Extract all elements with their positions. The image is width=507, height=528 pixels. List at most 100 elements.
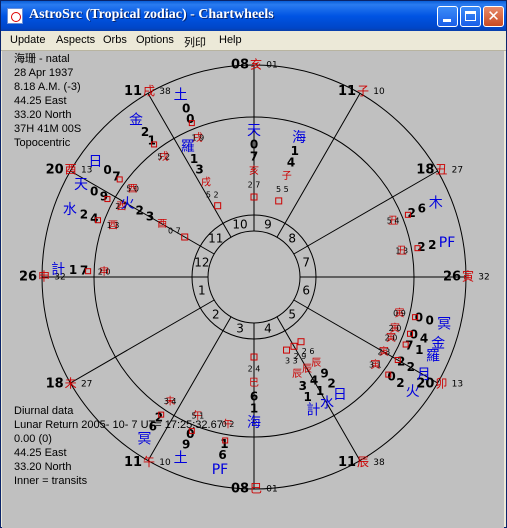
cusp-sign: 寅 bbox=[462, 269, 474, 284]
planet-seconds: 2 4 bbox=[248, 365, 261, 374]
planet-degree: 6 bbox=[418, 202, 426, 216]
planet-minute: 2 bbox=[397, 355, 405, 369]
minimize-icon bbox=[443, 19, 451, 22]
planet-degree: 0 bbox=[425, 313, 433, 327]
house-number: 6 bbox=[302, 283, 310, 297]
close-icon: ✕ bbox=[487, 7, 500, 25]
planet-seconds: 5 5 bbox=[276, 185, 289, 194]
footer-info-line: Inner = transits bbox=[14, 475, 88, 487]
planet-sign: 辰 bbox=[311, 357, 321, 369]
maximize-button[interactable] bbox=[460, 6, 481, 27]
cusp-sign: 亥 bbox=[250, 58, 262, 72]
cusp-degree: 11 bbox=[124, 455, 142, 470]
planet-degree: 1 bbox=[250, 402, 258, 416]
menu-options[interactable]: Options bbox=[136, 34, 174, 46]
planet-seconds: 2 0 bbox=[389, 324, 402, 333]
minimize-button[interactable] bbox=[437, 6, 458, 27]
footer-info-line: 33.20 North bbox=[14, 461, 72, 473]
cusp-minutes: 13 bbox=[452, 380, 463, 390]
house-number: 7 bbox=[302, 256, 310, 270]
cusp-minutes: 27 bbox=[452, 166, 463, 176]
cusp-sign: 午 bbox=[143, 455, 155, 469]
app-icon[interactable] bbox=[7, 8, 23, 24]
planet-seconds: 0 9 bbox=[393, 309, 406, 318]
menu-aspects[interactable]: Aspects bbox=[56, 34, 95, 46]
house-number: 4 bbox=[264, 322, 272, 336]
cusp-minutes: 38 bbox=[159, 87, 171, 97]
header-info-line: 8.18 A.M. (-3) bbox=[14, 81, 81, 93]
cusp-sign: 申 bbox=[38, 270, 50, 284]
planet-seconds: 3 4 bbox=[164, 397, 177, 406]
planet-glyph: 火 bbox=[406, 384, 420, 400]
cusp-degree: 26 bbox=[443, 270, 461, 285]
planet-minute: 0 bbox=[186, 112, 194, 126]
planet-degree: 2 bbox=[396, 376, 404, 390]
planet-glyph: 日 bbox=[88, 154, 102, 170]
cusp-minutes: 01 bbox=[266, 61, 277, 71]
menu-help[interactable]: Help bbox=[219, 34, 242, 46]
cusp-degree: 11 bbox=[338, 455, 356, 470]
planet-glyph: 冥 bbox=[437, 316, 451, 332]
planet-minute: 0 bbox=[415, 311, 423, 325]
cusp-minutes: 10 bbox=[373, 87, 385, 97]
maximize-icon bbox=[465, 11, 476, 21]
cusp-sign: 未 bbox=[65, 377, 77, 391]
cusp-line bbox=[70, 299, 215, 384]
planet-seconds: 2 7 bbox=[248, 181, 261, 190]
house-number: 2 bbox=[212, 308, 220, 322]
planet-seconds: 0 2 bbox=[222, 420, 235, 429]
planet-seconds: 3 1 bbox=[369, 361, 382, 370]
planet-degree: 1 bbox=[415, 343, 423, 357]
planet-marker bbox=[283, 346, 291, 354]
planet-marker bbox=[214, 202, 222, 210]
planet-minute: 4 bbox=[90, 211, 98, 225]
cusp-sign: 戌 bbox=[143, 84, 155, 98]
planet-seconds: 5 2 bbox=[206, 191, 219, 200]
cusp-degree: 18 bbox=[46, 377, 64, 392]
menu-bar: Update Aspects Orbs Options 列印 Help bbox=[1, 31, 506, 51]
planet-seconds: 1 3 bbox=[395, 246, 408, 255]
planet-minute: 4 bbox=[310, 373, 318, 387]
footer-info-line: Lunar Return 2005- 10- 7 UT= 17:25:32.67 bbox=[14, 419, 223, 431]
planet-seconds: 2 6 bbox=[302, 347, 315, 356]
header-info-line: 28 Apr 1937 bbox=[14, 67, 74, 79]
cusp-sign: 卯 bbox=[435, 377, 447, 391]
planet-marker bbox=[297, 338, 305, 346]
planet-seconds: 5 2 bbox=[157, 153, 170, 162]
planet-minute: 2 bbox=[417, 240, 425, 254]
planet-degree: 2 bbox=[136, 204, 144, 218]
planet-minute: 7 bbox=[405, 339, 413, 353]
planet-seconds: 5 4 bbox=[387, 216, 400, 225]
menu-orbs[interactable]: Orbs bbox=[103, 34, 127, 46]
footer-info-line: 0.00 (0) bbox=[14, 433, 52, 445]
house-number: 11 bbox=[208, 231, 223, 245]
planet-sign: 戌 bbox=[201, 176, 211, 189]
cusp-minutes: 27 bbox=[81, 380, 92, 390]
planet-sign: 子 bbox=[282, 170, 292, 182]
app-window: AstroSrc (Tropical zodiac) - Chartwheels… bbox=[0, 0, 507, 528]
cusp-degree: 18 bbox=[416, 163, 434, 178]
title-bar[interactable]: AstroSrc (Tropical zodiac) - Chartwheels… bbox=[1, 1, 506, 31]
cusp-minutes: 01 bbox=[266, 485, 277, 495]
house-number: 5 bbox=[288, 308, 296, 322]
menu-print[interactable]: 列印 bbox=[184, 34, 206, 50]
planet-seconds: 2 0 bbox=[98, 267, 111, 276]
header-info-line: 37H 41M 00S bbox=[14, 123, 82, 135]
planet-seconds: 2 3 bbox=[378, 348, 391, 357]
planet-minute: 3 bbox=[146, 210, 154, 224]
cusp-minutes: 10 bbox=[159, 458, 171, 468]
planet-seconds: 0 7 bbox=[168, 227, 181, 236]
planet-glyph: 冥 bbox=[137, 431, 151, 447]
chart-area[interactable]: 1 2 3 4 5 6 7 8 9 10 11 12 08 亥 01 11 子 10 18 丑 27 26 寅 32 20 卯 13… bbox=[2, 51, 504, 528]
planet-minute: 3 bbox=[195, 163, 203, 177]
planet-minute: 7 bbox=[80, 264, 88, 278]
planet-degree: 2 bbox=[407, 360, 415, 374]
menu-update[interactable]: Update bbox=[10, 34, 45, 46]
planet-glyph: 計 bbox=[306, 402, 320, 418]
close-button[interactable]: ✕ bbox=[483, 6, 504, 27]
cusp-degree: 08 bbox=[231, 482, 249, 497]
cusp-degree: 08 bbox=[231, 58, 249, 73]
footer-info-line: Diurnal data bbox=[14, 405, 74, 417]
cusp-sign: 巳 bbox=[250, 482, 262, 496]
cusp-line bbox=[293, 170, 438, 255]
